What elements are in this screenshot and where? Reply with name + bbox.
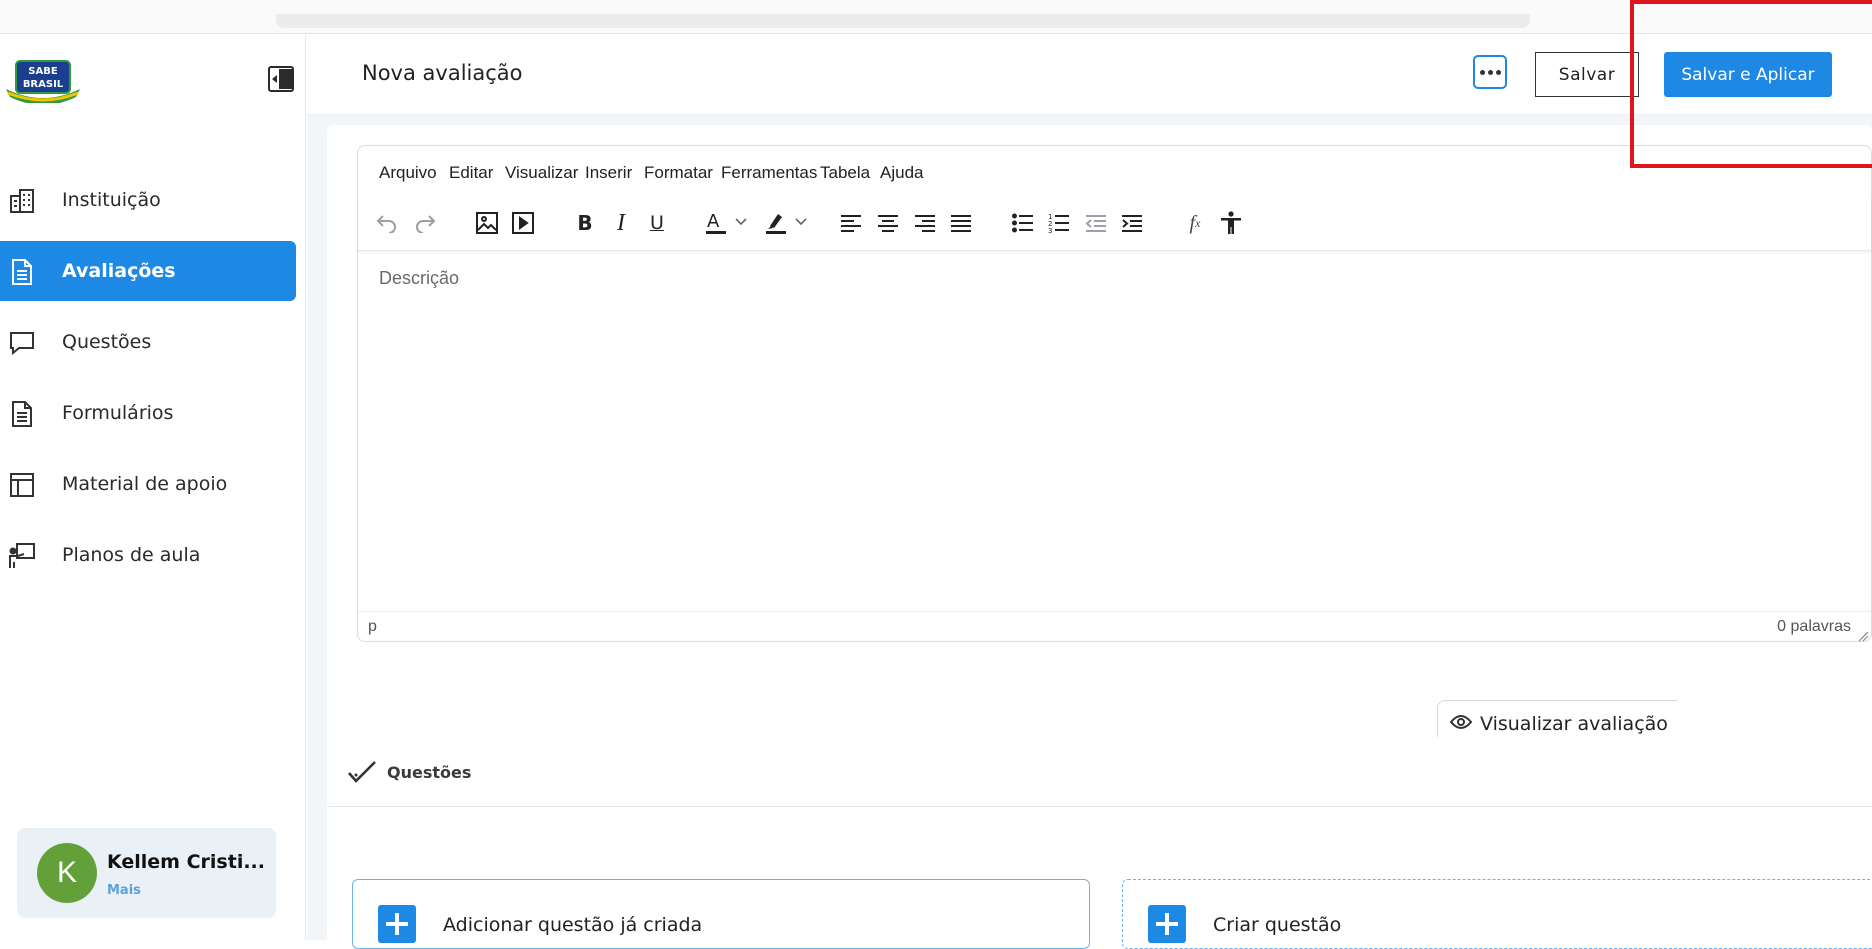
svg-text:3: 3 — [1048, 227, 1052, 233]
menu-editar[interactable]: Editar — [449, 163, 493, 183]
svg-text:A: A — [707, 211, 720, 232]
double-check-icon — [347, 759, 379, 789]
sidebar-item-label: Planos de aula — [62, 544, 201, 566]
sidebar-item-planos-de-aula[interactable]: Planos de aula — [0, 525, 296, 585]
rich-text-editor[interactable]: Arquivo Editar Visualizar Inserir Format… — [357, 145, 1872, 642]
evaluation-form-card: Arquivo Editar Visualizar Inserir Format… — [327, 125, 1872, 762]
bold-icon[interactable]: B — [570, 208, 600, 238]
eye-icon — [1449, 713, 1473, 735]
plus-icon — [1148, 905, 1186, 943]
menu-inserir[interactable]: Inserir — [585, 163, 632, 183]
layout-icon — [8, 471, 36, 499]
avatar: K — [37, 843, 97, 903]
document-icon — [8, 258, 36, 286]
word-count[interactable]: 0 palavras — [1777, 618, 1851, 636]
bullet-list-icon[interactable] — [1008, 208, 1038, 238]
image-icon[interactable] — [472, 208, 502, 238]
sidebar-item-label: Questões — [62, 331, 152, 353]
highlight-icon[interactable] — [764, 208, 810, 238]
text-color-icon[interactable]: A — [704, 208, 750, 238]
plus-icon — [378, 905, 416, 943]
resize-handle-icon[interactable] — [1857, 627, 1869, 642]
sidebar-item-material-de-apoio[interactable]: Material de apoio — [0, 454, 296, 514]
description-placeholder: Descrição — [379, 268, 460, 288]
outdent-icon[interactable] — [1081, 208, 1111, 238]
underline-icon[interactable]: U — [642, 208, 672, 238]
questions-title: Questões — [387, 763, 472, 782]
building-icon — [8, 187, 36, 215]
main-area: Nova avaliação Salvar Salvar e Aplicar A… — [307, 35, 1872, 949]
element-path[interactable]: p — [368, 618, 377, 636]
teacher-board-icon — [8, 542, 36, 570]
svg-text:BRASIL: BRASIL — [23, 79, 64, 90]
collapse-sidebar-icon[interactable] — [268, 66, 294, 92]
align-left-icon[interactable] — [836, 208, 866, 238]
form-icon — [8, 400, 36, 428]
page-title: Nova avaliação — [362, 61, 523, 85]
top-bar — [276, 14, 1530, 28]
sabe-brasil-logo[interactable]: SABE BRASIL — [2, 59, 84, 105]
questions-section: Questões Adicionar questão já criada Cri… — [327, 737, 1872, 949]
user-more-link[interactable]: Mais — [107, 883, 141, 898]
accessibility-icon[interactable] — [1216, 208, 1246, 238]
menu-arquivo[interactable]: Arquivo — [379, 163, 437, 183]
user-name: Kellem Cristi... — [107, 851, 265, 873]
sidebar-item-label: Formulários — [62, 402, 174, 424]
svg-text:SABE: SABE — [28, 66, 58, 77]
browser-top-strip — [0, 0, 1872, 34]
align-right-icon[interactable] — [910, 208, 940, 238]
sidebar-item-formularios[interactable]: Formulários — [0, 383, 296, 443]
undo-icon[interactable] — [372, 208, 402, 238]
add-existing-question-label: Adicionar questão já criada — [443, 914, 703, 936]
sidebar: SABE BRASIL Instituição Avaliações Quest… — [0, 35, 306, 940]
menu-formatar[interactable]: Formatar — [644, 163, 713, 183]
menu-tabela[interactable]: Tabela — [820, 163, 870, 183]
sidebar-item-label: Material de apoio — [62, 473, 228, 495]
formula-icon[interactable]: fx — [1180, 208, 1210, 238]
italic-icon[interactable]: I — [606, 208, 636, 238]
create-question-label: Criar questão — [1213, 914, 1342, 936]
sidebar-item-label: Avaliações — [62, 260, 176, 282]
create-question-button[interactable]: Criar questão — [1122, 879, 1872, 949]
sidebar-item-questoes[interactable]: Questões — [0, 312, 296, 372]
editor-statusbar: p 0 palavras — [358, 611, 1871, 642]
menu-visualizar[interactable]: Visualizar — [505, 163, 578, 183]
sidebar-item-instituicao[interactable]: Instituição — [0, 170, 296, 230]
questions-header: Questões — [327, 737, 1872, 807]
menu-ajuda[interactable]: Ajuda — [880, 163, 923, 183]
numbered-list-icon[interactable]: 123 — [1044, 208, 1074, 238]
media-icon[interactable] — [508, 208, 538, 238]
sidebar-item-label: Instituição — [62, 189, 161, 211]
red-highlight-box — [1630, 0, 1872, 168]
justify-icon[interactable] — [946, 208, 976, 238]
chat-bubble-icon — [8, 329, 36, 357]
redo-icon[interactable] — [410, 208, 440, 238]
preview-label: Visualizar avaliação — [1480, 713, 1668, 735]
sidebar-item-avaliacoes[interactable]: Avaliações — [0, 241, 296, 301]
add-existing-question-button[interactable]: Adicionar questão já criada — [352, 879, 1090, 949]
editor-content-area[interactable]: Descrição — [358, 252, 1871, 612]
align-center-icon[interactable] — [873, 208, 903, 238]
indent-icon[interactable] — [1117, 208, 1147, 238]
user-card[interactable]: K Kellem Cristi... Mais — [17, 828, 276, 918]
save-button[interactable]: Salvar — [1535, 52, 1639, 97]
editor-toolbar: B I U A 1 2 3 f x — [358, 196, 1871, 251]
more-options-button[interactable] — [1473, 55, 1507, 89]
menu-ferramentas[interactable]: Ferramentas — [721, 163, 817, 183]
